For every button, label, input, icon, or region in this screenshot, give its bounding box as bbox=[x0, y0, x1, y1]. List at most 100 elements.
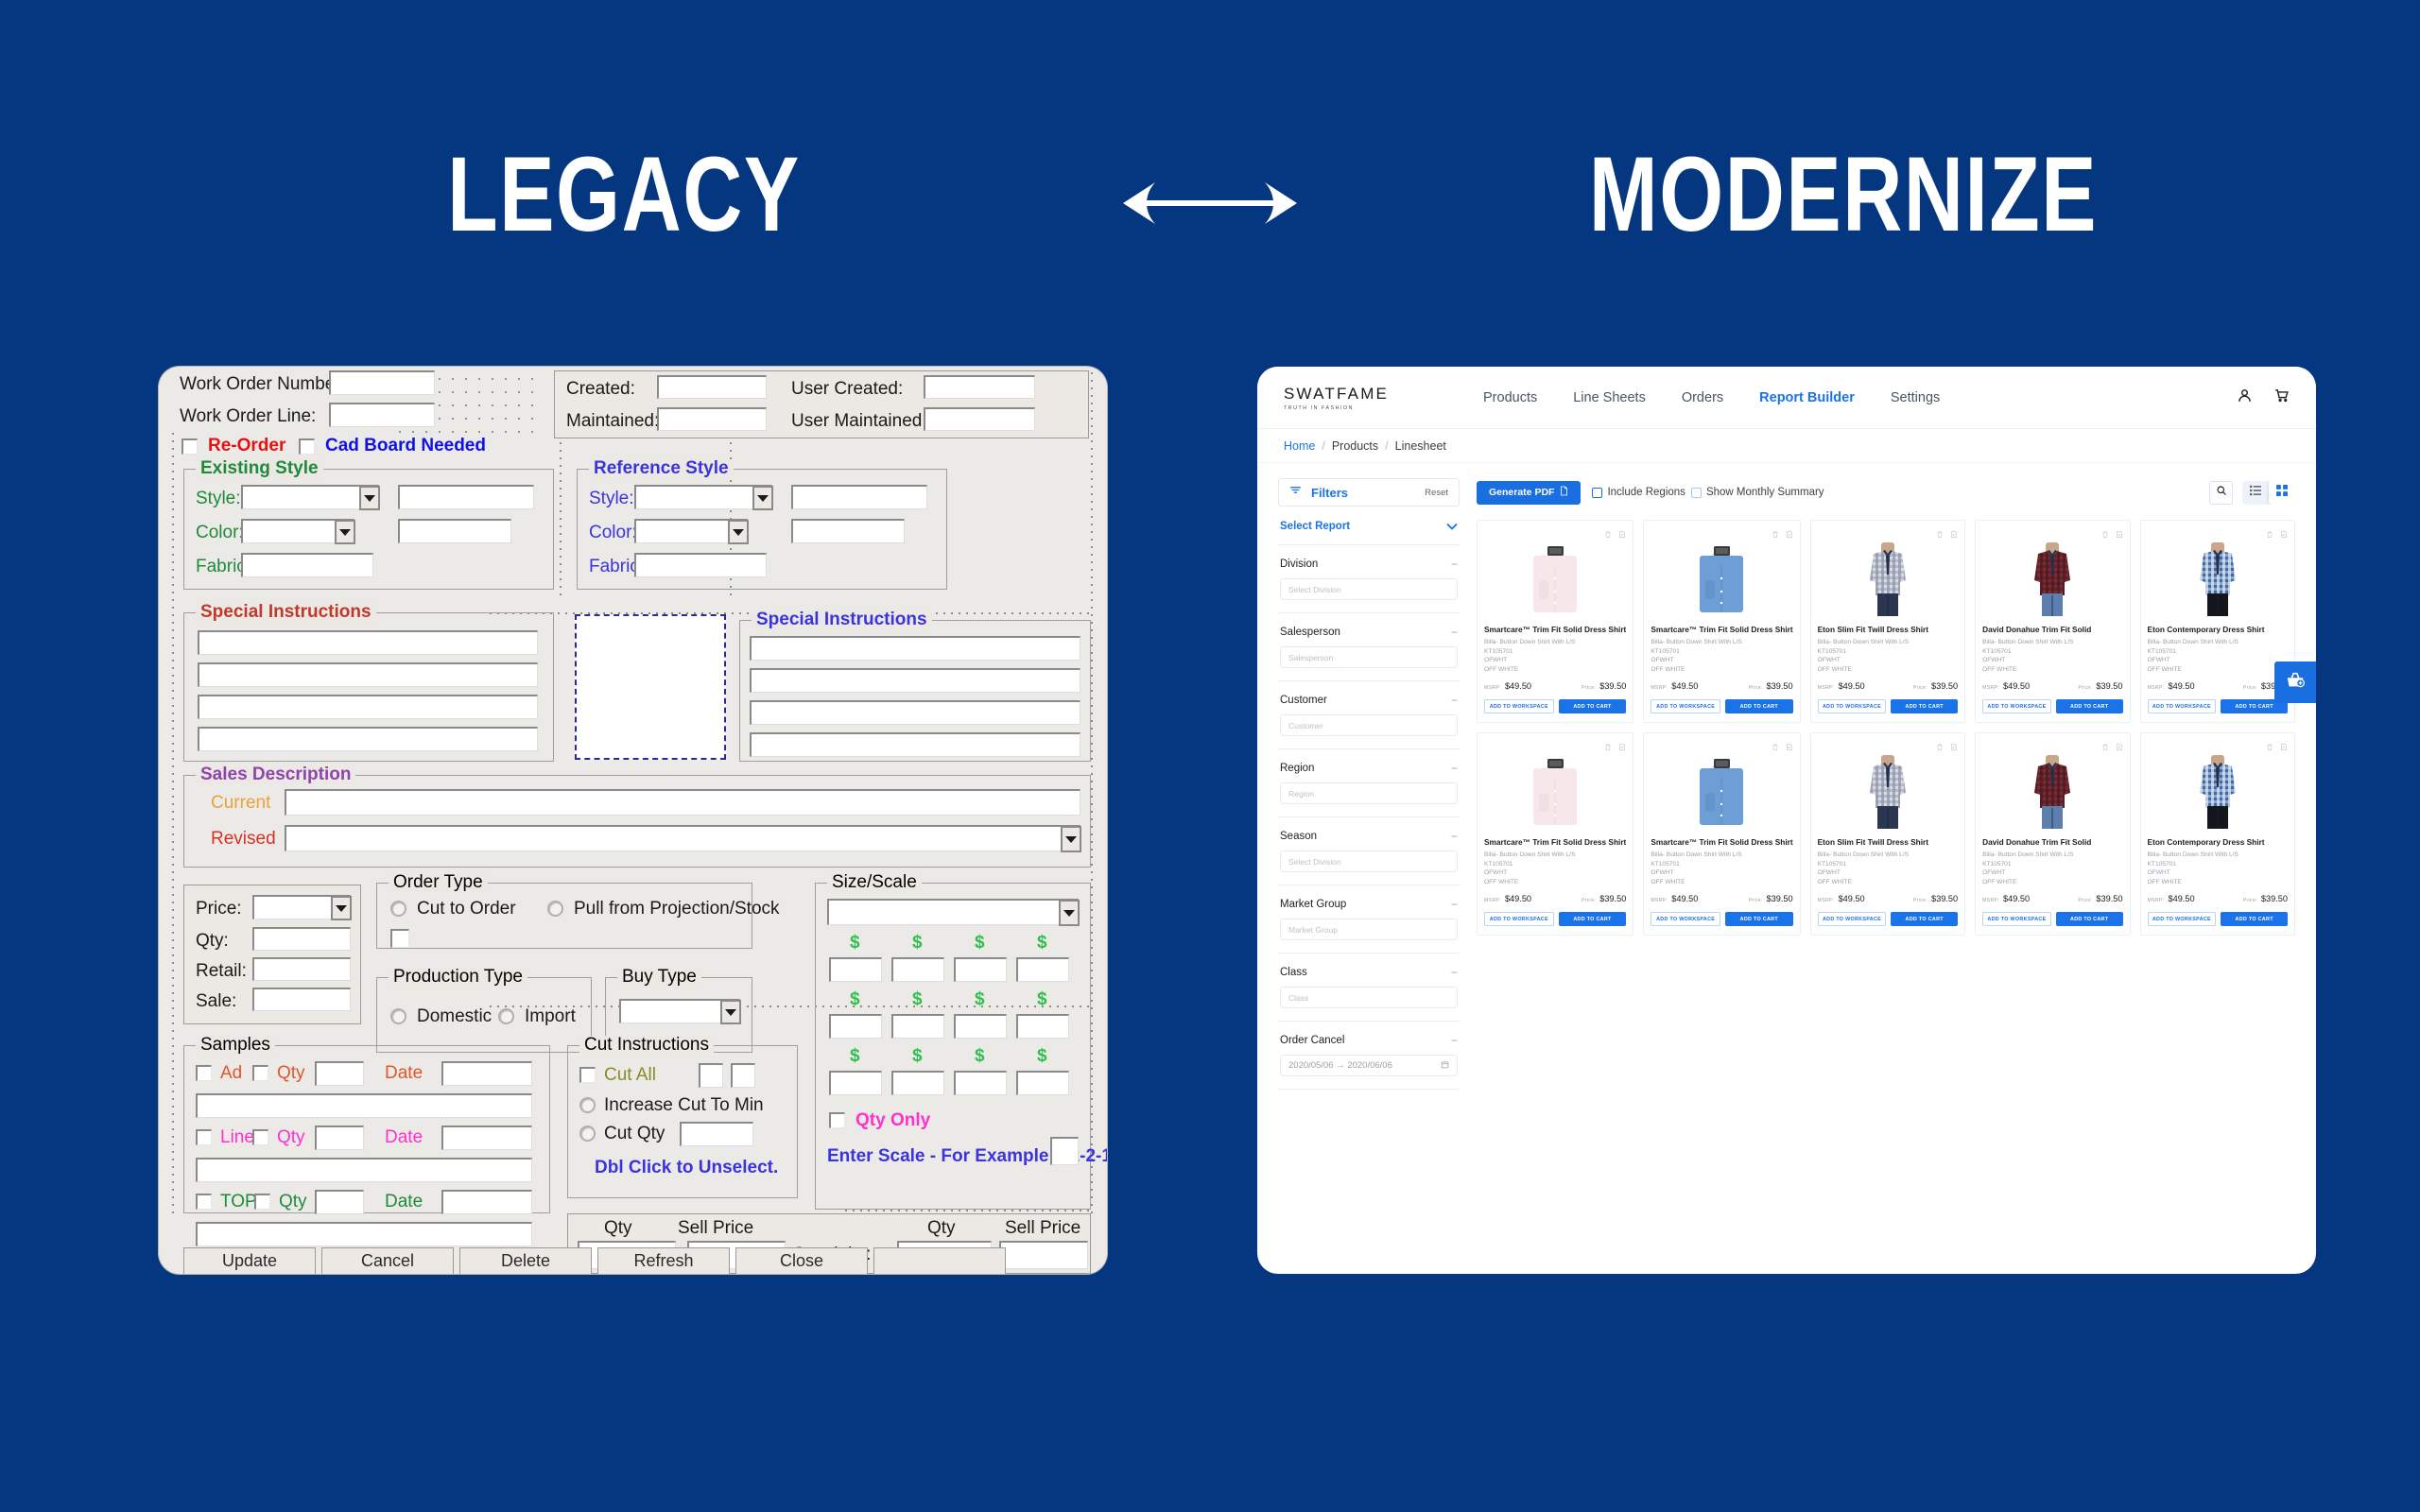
samples-ad-qty-checkbox[interactable] bbox=[252, 1065, 268, 1081]
add-to-cart-button[interactable]: ADD TO CART bbox=[1891, 699, 1959, 713]
add-to-cart-button[interactable]: ADD TO CART bbox=[1891, 912, 1959, 926]
product-card[interactable]: David Donahue Trim Fit Solid Billa- Butto… bbox=[1975, 732, 2131, 936]
nav-report-builder[interactable]: Report Builder bbox=[1759, 390, 1855, 405]
filters-reset-button[interactable]: Reset bbox=[1425, 488, 1448, 498]
trash-icon[interactable] bbox=[2101, 739, 2109, 750]
price-combo[interactable] bbox=[252, 895, 352, 920]
trash-icon[interactable] bbox=[1772, 526, 1779, 538]
cut-all-box-2[interactable] bbox=[731, 1063, 755, 1088]
add-to-workspace-button[interactable]: ADD TO WORKSPACE bbox=[1651, 699, 1720, 713]
add-to-cart-button[interactable]: ADD TO CART bbox=[1724, 912, 1793, 926]
filter-input-market-group[interactable]: Market Group bbox=[1280, 919, 1458, 940]
chevron-down-icon[interactable] bbox=[720, 1000, 741, 1024]
samples-top-note-input[interactable] bbox=[196, 1222, 532, 1246]
add-to-cart-button[interactable]: ADD TO CART bbox=[1724, 699, 1793, 713]
add-to-cart-button[interactable]: ADD TO CART bbox=[1558, 699, 1627, 713]
add-to-workspace-button[interactable]: ADD TO WORKSPACE bbox=[1982, 912, 2051, 926]
size-cell[interactable] bbox=[1016, 1014, 1069, 1039]
add-to-cart-button[interactable]: ADD TO CART bbox=[1558, 912, 1627, 926]
samples-line-qty-input[interactable] bbox=[315, 1125, 364, 1150]
add-to-workspace-button[interactable]: ADD TO WORKSPACE bbox=[2147, 912, 2217, 926]
cut-all-checkbox[interactable] bbox=[579, 1067, 596, 1083]
user-maintained-input[interactable] bbox=[924, 407, 1035, 431]
cart-icon[interactable] bbox=[2273, 387, 2290, 408]
size-cell[interactable] bbox=[891, 957, 944, 982]
reference-style-fabric-input[interactable] bbox=[634, 553, 767, 577]
note-icon[interactable] bbox=[2280, 739, 2288, 750]
collapse-icon[interactable]: − bbox=[1451, 967, 1458, 978]
collapse-icon[interactable]: − bbox=[1451, 627, 1458, 638]
trash-icon[interactable] bbox=[2266, 739, 2273, 750]
product-card[interactable]: Eton Contemporary Dress Shirt Billa- Butt… bbox=[2139, 520, 2295, 723]
cad-board-checkbox[interactable] bbox=[299, 438, 315, 455]
reorder-checkbox[interactable] bbox=[182, 438, 198, 455]
samples-top-qty-checkbox[interactable] bbox=[254, 1194, 270, 1210]
samples-ad-date-input[interactable] bbox=[441, 1061, 532, 1086]
filter-input-customer[interactable]: Customer bbox=[1280, 714, 1458, 736]
production-type-import-radio[interactable] bbox=[498, 1008, 514, 1024]
special-instructions-line-1[interactable] bbox=[198, 630, 538, 655]
chevron-down-icon[interactable] bbox=[1061, 826, 1081, 852]
chevron-down-icon[interactable] bbox=[1059, 900, 1080, 926]
reference-note-line-1[interactable] bbox=[750, 636, 1080, 661]
reference-note-line-3[interactable] bbox=[750, 700, 1080, 725]
cut-qty-input[interactable] bbox=[680, 1122, 753, 1146]
samples-top-qty-input[interactable] bbox=[315, 1190, 364, 1214]
samples-top-date-input[interactable] bbox=[441, 1190, 532, 1214]
brand-logo[interactable]: SWATFAME TRUTH IN FASHION bbox=[1284, 385, 1392, 411]
trash-icon[interactable] bbox=[1604, 739, 1612, 750]
product-card[interactable]: Smartcare™ Trim Fit Solid Dress Shirt Bil… bbox=[1477, 732, 1634, 936]
include-regions-checkbox[interactable] bbox=[1592, 487, 1603, 498]
tab-close[interactable]: Close bbox=[735, 1247, 868, 1274]
reference-style-style-desc[interactable] bbox=[791, 485, 927, 509]
reference-style-color-combo[interactable] bbox=[634, 519, 749, 544]
reference-style-color-desc[interactable] bbox=[791, 519, 905, 543]
nav-line-sheets[interactable]: Line Sheets bbox=[1573, 390, 1646, 405]
collapse-icon[interactable]: − bbox=[1451, 763, 1458, 774]
tab-refresh[interactable]: Refresh bbox=[597, 1247, 730, 1274]
product-card[interactable]: Eton Slim Fit Twill Dress Shirt Billa- Bu… bbox=[1809, 520, 1966, 723]
increase-cut-to-min-radio[interactable] bbox=[579, 1097, 596, 1113]
product-card[interactable]: Smartcare™ Trim Fit Solid Dress Shirt Bil… bbox=[1643, 732, 1801, 936]
samples-line-checkbox[interactable] bbox=[196, 1129, 212, 1145]
trash-icon[interactable] bbox=[1604, 526, 1612, 538]
scale-input[interactable] bbox=[1050, 1137, 1079, 1165]
trash-icon[interactable] bbox=[2101, 526, 2109, 538]
existing-style-color-combo[interactable] bbox=[241, 519, 355, 544]
samples-ad-qty-input[interactable] bbox=[315, 1061, 364, 1086]
note-icon[interactable] bbox=[1618, 526, 1626, 538]
trash-icon[interactable] bbox=[2266, 526, 2273, 538]
size-cell[interactable] bbox=[954, 1071, 1007, 1095]
calendar-icon[interactable] bbox=[1441, 1060, 1449, 1072]
production-type-domestic-radio[interactable] bbox=[390, 1008, 406, 1024]
add-to-cart-button[interactable]: ADD TO CART bbox=[2055, 912, 2123, 926]
created-input[interactable] bbox=[657, 375, 767, 399]
filter-input-region[interactable]: Region bbox=[1280, 782, 1458, 804]
add-to-workspace-button[interactable]: ADD TO WORKSPACE bbox=[1484, 912, 1554, 926]
tab-update[interactable]: Update bbox=[183, 1247, 316, 1274]
list-view-button[interactable] bbox=[2242, 480, 2269, 505]
nav-settings[interactable]: Settings bbox=[1891, 390, 1940, 405]
nav-orders[interactable]: Orders bbox=[1682, 390, 1723, 405]
existing-style-style-desc[interactable] bbox=[398, 485, 534, 509]
samples-ad-note-input[interactable] bbox=[196, 1093, 532, 1118]
special-instructions-line-3[interactable] bbox=[198, 695, 538, 719]
tab-cancel[interactable]: Cancel bbox=[321, 1247, 454, 1274]
show-monthly-summary-checkbox[interactable] bbox=[1690, 487, 1702, 498]
note-icon[interactable] bbox=[1950, 739, 1958, 750]
samples-top-checkbox[interactable] bbox=[196, 1194, 212, 1210]
special-instructions-line-4[interactable] bbox=[198, 727, 538, 751]
nav-products[interactable]: Products bbox=[1483, 390, 1537, 405]
add-to-basket-fab[interactable] bbox=[2274, 662, 2316, 703]
size-cell[interactable] bbox=[1016, 957, 1069, 982]
collapse-icon[interactable]: − bbox=[1451, 899, 1458, 910]
add-to-workspace-button[interactable]: ADD TO WORKSPACE bbox=[1817, 699, 1887, 713]
filter-input-class[interactable]: Class bbox=[1280, 987, 1458, 1008]
sales-current-input[interactable] bbox=[285, 789, 1080, 816]
samples-line-note-input[interactable] bbox=[196, 1158, 532, 1182]
existing-style-color-desc[interactable] bbox=[398, 519, 511, 543]
note-icon[interactable] bbox=[2280, 526, 2288, 538]
qty-input[interactable] bbox=[252, 927, 351, 951]
chevron-down-icon[interactable] bbox=[359, 486, 380, 510]
note-icon[interactable] bbox=[1786, 526, 1793, 538]
